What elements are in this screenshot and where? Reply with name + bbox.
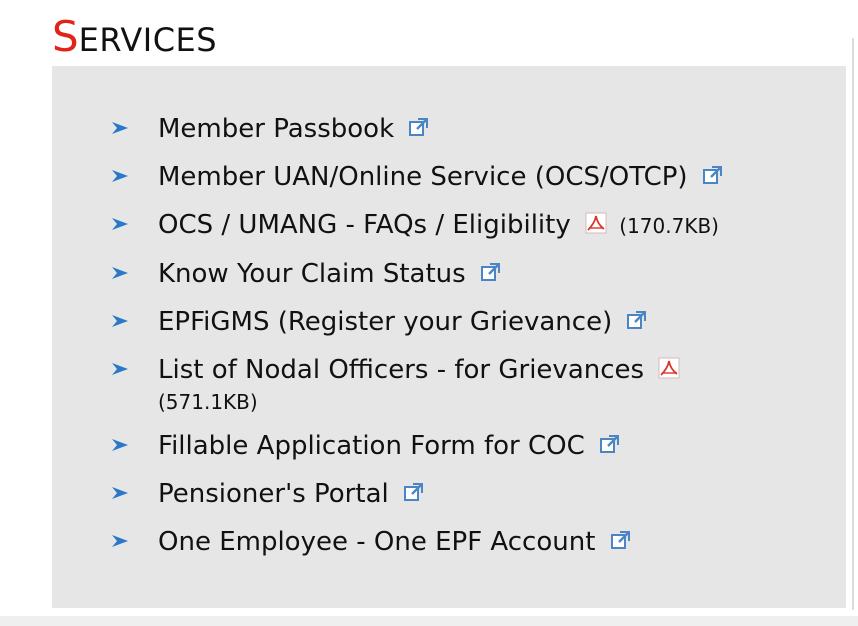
section-title-first-letter: S [52,12,79,61]
arrow-bullet-icon [112,267,128,279]
external-link-icon[interactable] [626,309,648,331]
list-item: Know Your Claim Status [110,258,800,290]
list-item: Pensioner's Portal [110,478,800,510]
member-passbook-link[interactable]: Member Passbook [158,114,394,144]
arrow-bullet-icon [112,122,128,134]
external-link-icon[interactable] [702,164,724,186]
list-item: EPFiGMS (Register your Grievance) [110,306,800,338]
file-size: (571.1KB) [158,390,258,414]
external-link-icon[interactable] [610,529,632,551]
epfigms-register-grievance-link[interactable]: EPFiGMS (Register your Grievance) [158,307,612,337]
list-item: OCS / UMANG - FAQs / Eligibility (170.7K… [110,209,800,242]
external-link-icon[interactable] [408,116,430,138]
arrow-bullet-icon [112,487,128,499]
list-item: Member UAN/Online Service (OCS/OTCP) [110,161,800,193]
external-link-icon[interactable] [403,481,425,503]
right-divider [852,38,854,610]
file-size: (170.7KB) [619,214,719,238]
bottom-divider [0,616,858,626]
know-your-claim-status-link[interactable]: Know Your Claim Status [158,259,466,289]
arrow-bullet-icon [112,218,128,230]
services-panel: Member Passbook Member UAN/Online Servic… [52,66,846,608]
ocs-umang-faqs-link[interactable]: OCS / UMANG - FAQs / Eligibility [158,210,571,240]
pdf-icon[interactable] [585,212,607,234]
arrow-bullet-icon [112,535,128,547]
one-employee-one-epf-account-link[interactable]: One Employee - One EPF Account [158,527,595,557]
list-of-nodal-officers-link[interactable]: List of Nodal Officers - for Grievances [158,355,644,385]
pdf-icon[interactable] [658,357,680,379]
member-uan-online-service-link[interactable]: Member UAN/Online Service (OCS/OTCP) [158,162,688,192]
pensioners-portal-link[interactable]: Pensioner's Portal [158,479,389,509]
list-item: Member Passbook [110,113,800,145]
list-item: Fillable Application Form for COC [110,430,800,462]
section-title: SERVICES [52,16,217,58]
section-title-rest: ERVICES [78,21,218,59]
arrow-bullet-icon [112,363,128,375]
list-item: One Employee - One EPF Account [110,526,800,558]
external-link-icon[interactable] [480,261,502,283]
arrow-bullet-icon [112,170,128,182]
list-item: List of Nodal Officers - for Grievances … [110,354,800,414]
fillable-application-form-coc-link[interactable]: Fillable Application Form for COC [158,431,585,461]
arrow-bullet-icon [112,439,128,451]
arrow-bullet-icon [112,315,128,327]
services-page: SERVICES Member Passbook Member UAN/Onli… [0,0,858,626]
services-list: Member Passbook Member UAN/Online Servic… [110,113,800,574]
external-link-icon[interactable] [599,433,621,455]
